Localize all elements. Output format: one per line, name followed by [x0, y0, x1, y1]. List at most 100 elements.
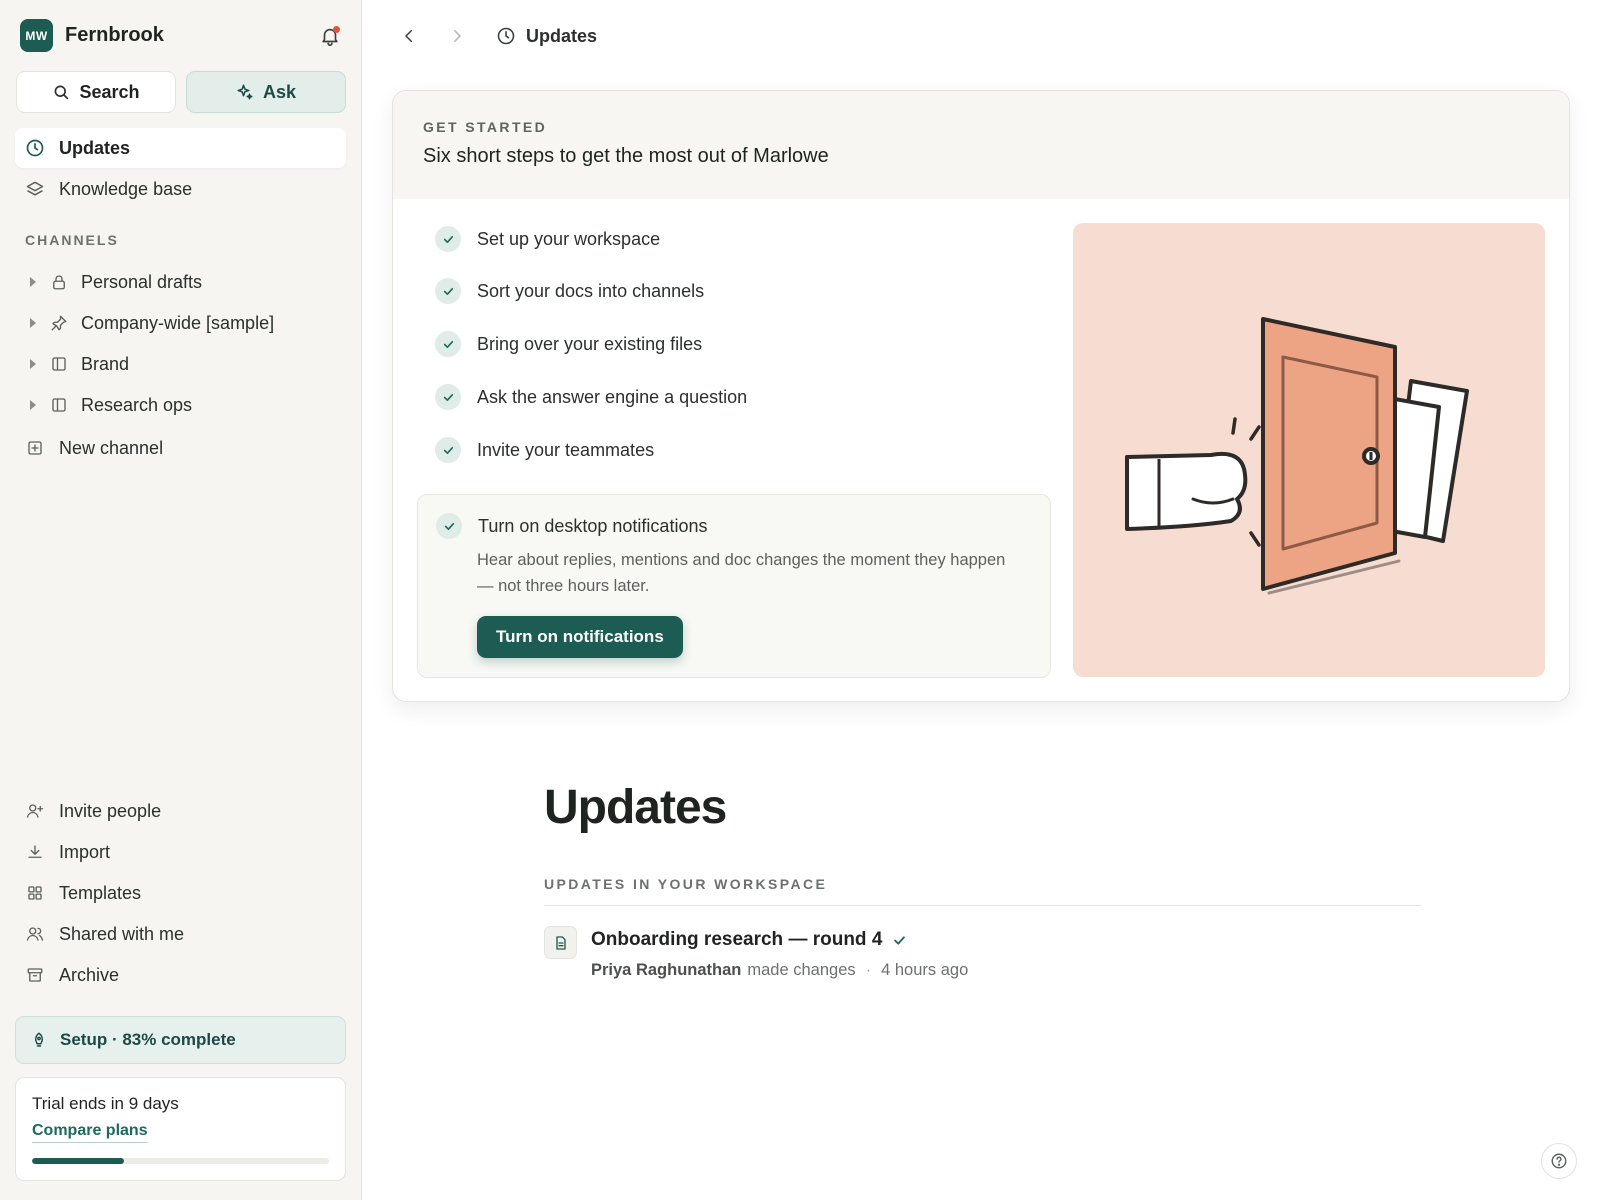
trial-progress-fill	[32, 1158, 125, 1164]
step-item[interactable]: Ask the answer engine a question	[435, 384, 747, 410]
new-channel-button[interactable]: New channel	[15, 428, 346, 468]
invite-user-icon	[25, 801, 45, 821]
sidebar-item-label: Invite people	[59, 800, 162, 821]
help-icon	[1551, 1153, 1567, 1169]
get-started-card: GET STARTED Six short steps to get the m…	[392, 90, 1570, 702]
sidebar: MW Fernbrook Search Ask Updates Knowledg…	[0, 0, 362, 1200]
clock-icon	[25, 138, 45, 158]
turn-on-notifications-button[interactable]: Turn on notifications	[477, 616, 683, 658]
expanded-step-description: Hear about replies, mentions and doc cha…	[477, 551, 1006, 595]
sidebar-channel-personal-drafts[interactable]: Personal drafts	[15, 262, 346, 302]
step-label: Bring over your existing files	[477, 333, 703, 354]
expanded-step-title-row[interactable]: Turn on desktop notifications	[436, 513, 707, 539]
step-item[interactable]: Set up your workspace	[435, 226, 660, 252]
check-circle-icon	[435, 384, 461, 410]
lock-icon	[49, 272, 69, 292]
search-button-label: Search	[79, 81, 140, 102]
step-item[interactable]: Invite your teammates	[435, 437, 654, 463]
search-ask-row: Search Ask	[16, 71, 346, 113]
sidebar-item-import[interactable]: Import	[15, 832, 346, 872]
search-button[interactable]: Search	[16, 71, 176, 113]
divider	[544, 905, 1421, 906]
sidebar-item-invite-people[interactable]: Invite people	[15, 791, 346, 831]
download-icon	[25, 842, 45, 862]
get-started-title: Six short steps to get the most out of M…	[423, 145, 829, 167]
grid-icon	[25, 883, 45, 903]
sidebar-item-templates[interactable]: Templates	[15, 873, 346, 913]
forward-button[interactable]	[440, 20, 474, 52]
chevron-left-icon	[405, 30, 412, 42]
channels-section-label: CHANNELS	[25, 232, 119, 248]
caret-right-icon[interactable]	[27, 318, 39, 328]
sidebar-item-knowledge-base[interactable]: Knowledge base	[15, 169, 346, 209]
sidebar-item-updates[interactable]: Updates	[15, 128, 346, 168]
updates-section-label: UPDATES IN YOUR WORKSPACE	[544, 876, 828, 892]
caret-right-icon[interactable]	[27, 400, 39, 410]
compare-plans-link[interactable]: Compare plans	[32, 1122, 148, 1143]
check-circle-icon	[436, 513, 462, 539]
users-icon	[25, 924, 45, 944]
expanded-step-title: Turn on desktop notifications	[478, 515, 708, 536]
caret-right-icon[interactable]	[27, 359, 39, 369]
page-title: Updates	[544, 781, 727, 834]
panel-icon	[49, 395, 69, 415]
notification-dot	[333, 25, 340, 33]
plus-square-icon	[25, 438, 45, 458]
trial-title: Trial ends in 9 days	[32, 1094, 179, 1113]
help-button[interactable]	[1541, 1143, 1577, 1179]
sidebar-item-archive[interactable]: Archive	[15, 955, 346, 995]
setup-progress-button[interactable]: Setup · 83% complete	[15, 1016, 346, 1064]
setup-progress-label: Setup · 83% complete	[60, 1030, 236, 1049]
channel-label: Research ops	[81, 394, 193, 415]
workspace-name[interactable]: Fernbrook	[65, 24, 317, 47]
update-meta: Priya Raghunathan made changes · 4 hours…	[591, 961, 968, 980]
get-started-header: GET STARTED Six short steps to get the m…	[393, 91, 1569, 199]
channel-label: Company-wide [sample]	[81, 312, 275, 333]
breadcrumb: Updates	[496, 26, 597, 47]
step-label: Set up your workspace	[477, 228, 661, 249]
update-action: made changes	[747, 961, 856, 979]
update-title-row[interactable]: Onboarding research — round 4	[591, 929, 907, 951]
update-title: Onboarding research — round 4	[591, 929, 883, 950]
ask-button[interactable]: Ask	[186, 71, 346, 113]
sidebar-channel-company-wide[interactable]: Company-wide [sample]	[15, 303, 346, 343]
expanded-step: Turn on desktop notifications Hear about…	[417, 494, 1051, 678]
channel-label: Personal drafts	[81, 271, 203, 292]
caret-right-icon[interactable]	[27, 277, 39, 287]
chevron-right-icon	[454, 30, 461, 42]
sidebar-item-label: Archive	[59, 964, 120, 985]
workspace-avatar[interactable]: MW	[20, 19, 53, 52]
update-time: 4 hours ago	[881, 961, 969, 979]
notifications-button[interactable]	[317, 23, 343, 49]
sidebar-item-label: Knowledge base	[59, 178, 193, 199]
layers-icon	[25, 179, 45, 199]
check-circle-icon	[435, 226, 461, 252]
topbar: Updates	[392, 20, 597, 52]
update-author[interactable]: Priya Raghunathan	[591, 961, 741, 980]
sidebar-item-label: Templates	[59, 882, 142, 903]
check-circle-icon	[435, 331, 461, 357]
new-channel-label: New channel	[59, 437, 164, 458]
search-icon	[55, 85, 69, 100]
pin-icon	[49, 313, 69, 333]
step-item[interactable]: Bring over your existing files	[435, 331, 702, 357]
sidebar-item-label: Updates	[59, 137, 131, 158]
sidebar-item-shared-with-me[interactable]: Shared with me	[15, 914, 346, 954]
sidebar-channel-brand[interactable]: Brand	[15, 344, 346, 384]
get-started-kicker: GET STARTED	[423, 119, 548, 135]
step-label: Invite your teammates	[477, 439, 655, 460]
knocking-door-illustration	[1125, 317, 1469, 595]
channel-label: Brand	[81, 353, 130, 374]
update-list-item[interactable]: Onboarding research — round 4 Priya Ragh…	[544, 926, 1421, 988]
ask-button-label: Ask	[262, 81, 297, 102]
archive-icon	[25, 965, 45, 985]
check-circle-icon	[435, 278, 461, 304]
sidebar-channel-research-ops[interactable]: Research ops	[15, 385, 346, 425]
meta-separator: ·	[865, 961, 872, 979]
sidebar-item-label: Import	[59, 841, 111, 862]
back-button[interactable]	[392, 20, 426, 52]
check-icon	[894, 935, 906, 945]
step-label: Ask the answer engine a question	[477, 386, 748, 407]
check-circle-icon	[435, 437, 461, 463]
step-item[interactable]: Sort your docs into channels	[435, 278, 704, 304]
